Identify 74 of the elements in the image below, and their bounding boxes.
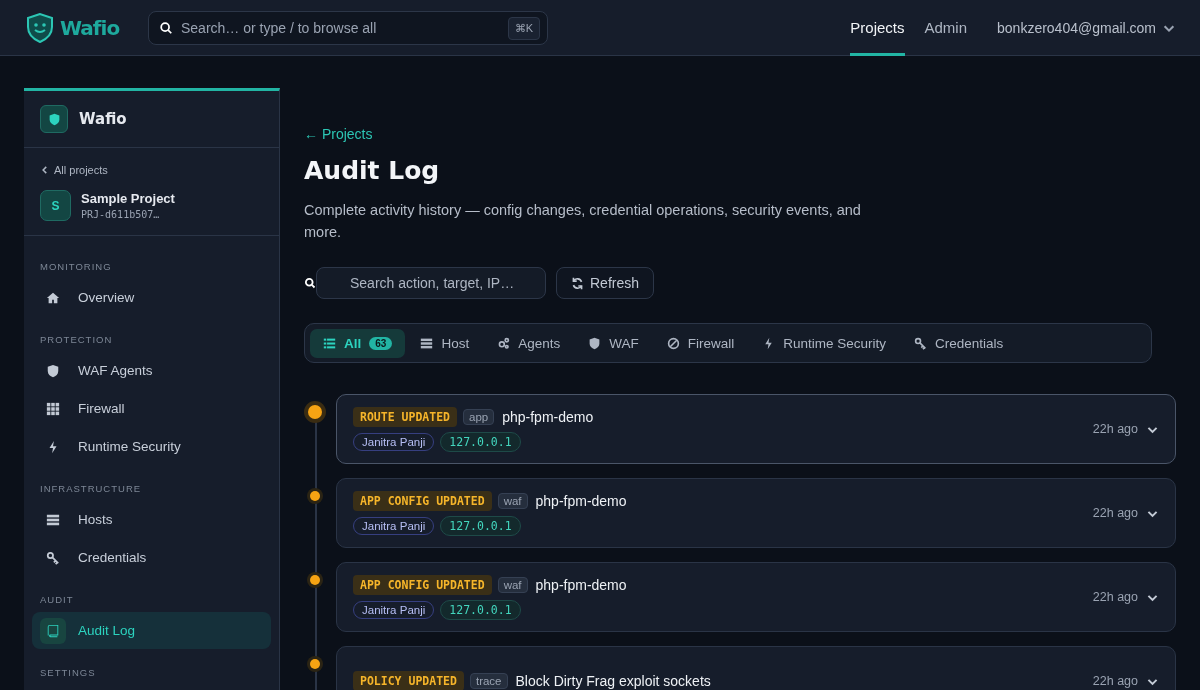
action-label: APP CONFIG UPDATED xyxy=(353,574,492,595)
shield-icon xyxy=(588,336,602,350)
audit-entry-card[interactable]: APP CONFIG UPDATED waf php-fpm-demo Janitra Panji 127.0.0.1 22h ago xyxy=(336,562,1176,632)
project-id: PRJ-d611b507… xyxy=(81,209,161,220)
search-icon xyxy=(159,20,173,35)
filter-tab[interactable]: Runtime Security xyxy=(749,328,899,358)
section-heading: AUDIT xyxy=(39,593,75,607)
filter-tab[interactable]: Host xyxy=(407,328,483,358)
section-heading: PROTECTION xyxy=(39,333,114,347)
gears-icon xyxy=(497,336,511,350)
server-icon xyxy=(46,512,60,527)
search-field[interactable]: Search action, target, IP… xyxy=(316,267,546,299)
target-name: php-fpm-demo xyxy=(535,576,627,593)
sidebar-item[interactable]: Audit Log xyxy=(32,612,271,649)
sidebar-item[interactable]: Overview xyxy=(32,279,271,316)
key-icon xyxy=(914,336,927,350)
ip-tag: 127.0.0.1 xyxy=(440,431,521,452)
filter-tab[interactable]: Agents xyxy=(484,328,574,358)
time-ago: 22h ago xyxy=(1092,674,1138,688)
refresh-button[interactable]: Refresh xyxy=(556,267,655,299)
page-title: Audit Log xyxy=(304,156,441,185)
org-name: Wafio xyxy=(79,110,127,128)
nav-tab[interactable]: Admin xyxy=(924,0,968,56)
audit-entry-card[interactable]: APP CONFIG UPDATED waf php-fpm-demo Janitra Panji 127.0.0.1 22h ago xyxy=(336,478,1176,548)
source-tag: waf xyxy=(497,492,528,509)
page-description: Complete activity history — config changes, credential operations, security events, and more. xyxy=(304,201,862,242)
target-name: php-fpm-demo xyxy=(502,408,594,425)
list-icon xyxy=(323,336,336,350)
source-tag: trace xyxy=(469,673,508,689)
source-tag: app xyxy=(463,408,495,425)
sidebar-item[interactable]: Credentials xyxy=(32,539,271,576)
count-badge: 63 xyxy=(369,336,393,350)
ip-tag: 127.0.0.1 xyxy=(440,599,521,620)
key-icon xyxy=(46,550,60,565)
section-heading: INFRASTRUCTURE xyxy=(39,482,143,496)
filter-tab[interactable]: WAF xyxy=(575,328,652,358)
filter-tab[interactable]: Credentials xyxy=(901,328,1017,358)
home-icon xyxy=(46,290,60,305)
action-label: POLICY UPDATED xyxy=(353,671,464,690)
server-icon xyxy=(420,336,434,350)
source-tag: waf xyxy=(497,576,528,593)
ban-icon xyxy=(666,336,680,350)
grid-icon xyxy=(46,401,60,416)
shield-icon xyxy=(47,112,61,126)
action-label: APP CONFIG UPDATED xyxy=(353,490,492,511)
back-link[interactable]: ← Projects xyxy=(304,126,1176,142)
all-projects-link[interactable]: All projects xyxy=(40,164,263,176)
time-ago: 22h ago xyxy=(1092,422,1138,436)
ip-tag: 127.0.0.1 xyxy=(440,515,521,536)
section-heading: MONITORING xyxy=(39,260,113,274)
time-ago: 22h ago xyxy=(1092,590,1138,604)
sidebar-item[interactable]: Hosts xyxy=(32,501,271,538)
search-icon xyxy=(304,277,316,289)
logo-text: Wafio xyxy=(60,15,120,40)
chevron-left-icon xyxy=(40,165,50,175)
target-name: php-fpm-demo xyxy=(535,492,627,509)
action-label: ROUTE UPDATED xyxy=(353,406,457,427)
audit-entry-card[interactable]: POLICY UPDATED trace Block Dirty Frag exploit sockets 22h ago xyxy=(336,646,1176,690)
project-name: Sample Project xyxy=(81,191,175,206)
shield-smiley-icon xyxy=(24,11,56,44)
filter-tab[interactable]: All 63 xyxy=(310,328,406,358)
account-menu[interactable]: bonkzero404@gmail.com xyxy=(997,19,1176,36)
shield-icon xyxy=(46,363,60,378)
time-ago: 22h ago xyxy=(1092,506,1138,520)
sidebar-item[interactable]: WAF Agents xyxy=(32,352,271,389)
target-name: Block Dirty Frag exploit sockets xyxy=(515,673,711,689)
refresh-icon xyxy=(571,276,584,290)
filter-tab[interactable]: Firewall xyxy=(653,328,748,358)
audit-entry-card[interactable]: ROUTE UPDATED app php-fpm-demo Janitra Panji 127.0.0.1 22h ago xyxy=(336,394,1176,464)
nav-tab[interactable]: Projects xyxy=(850,0,905,56)
sidebar-item[interactable]: Runtime Security xyxy=(32,428,271,465)
sidebar-item[interactable]: Firewall xyxy=(32,390,271,427)
section-heading: SETTINGS xyxy=(39,666,97,680)
project-avatar: S xyxy=(40,190,71,221)
